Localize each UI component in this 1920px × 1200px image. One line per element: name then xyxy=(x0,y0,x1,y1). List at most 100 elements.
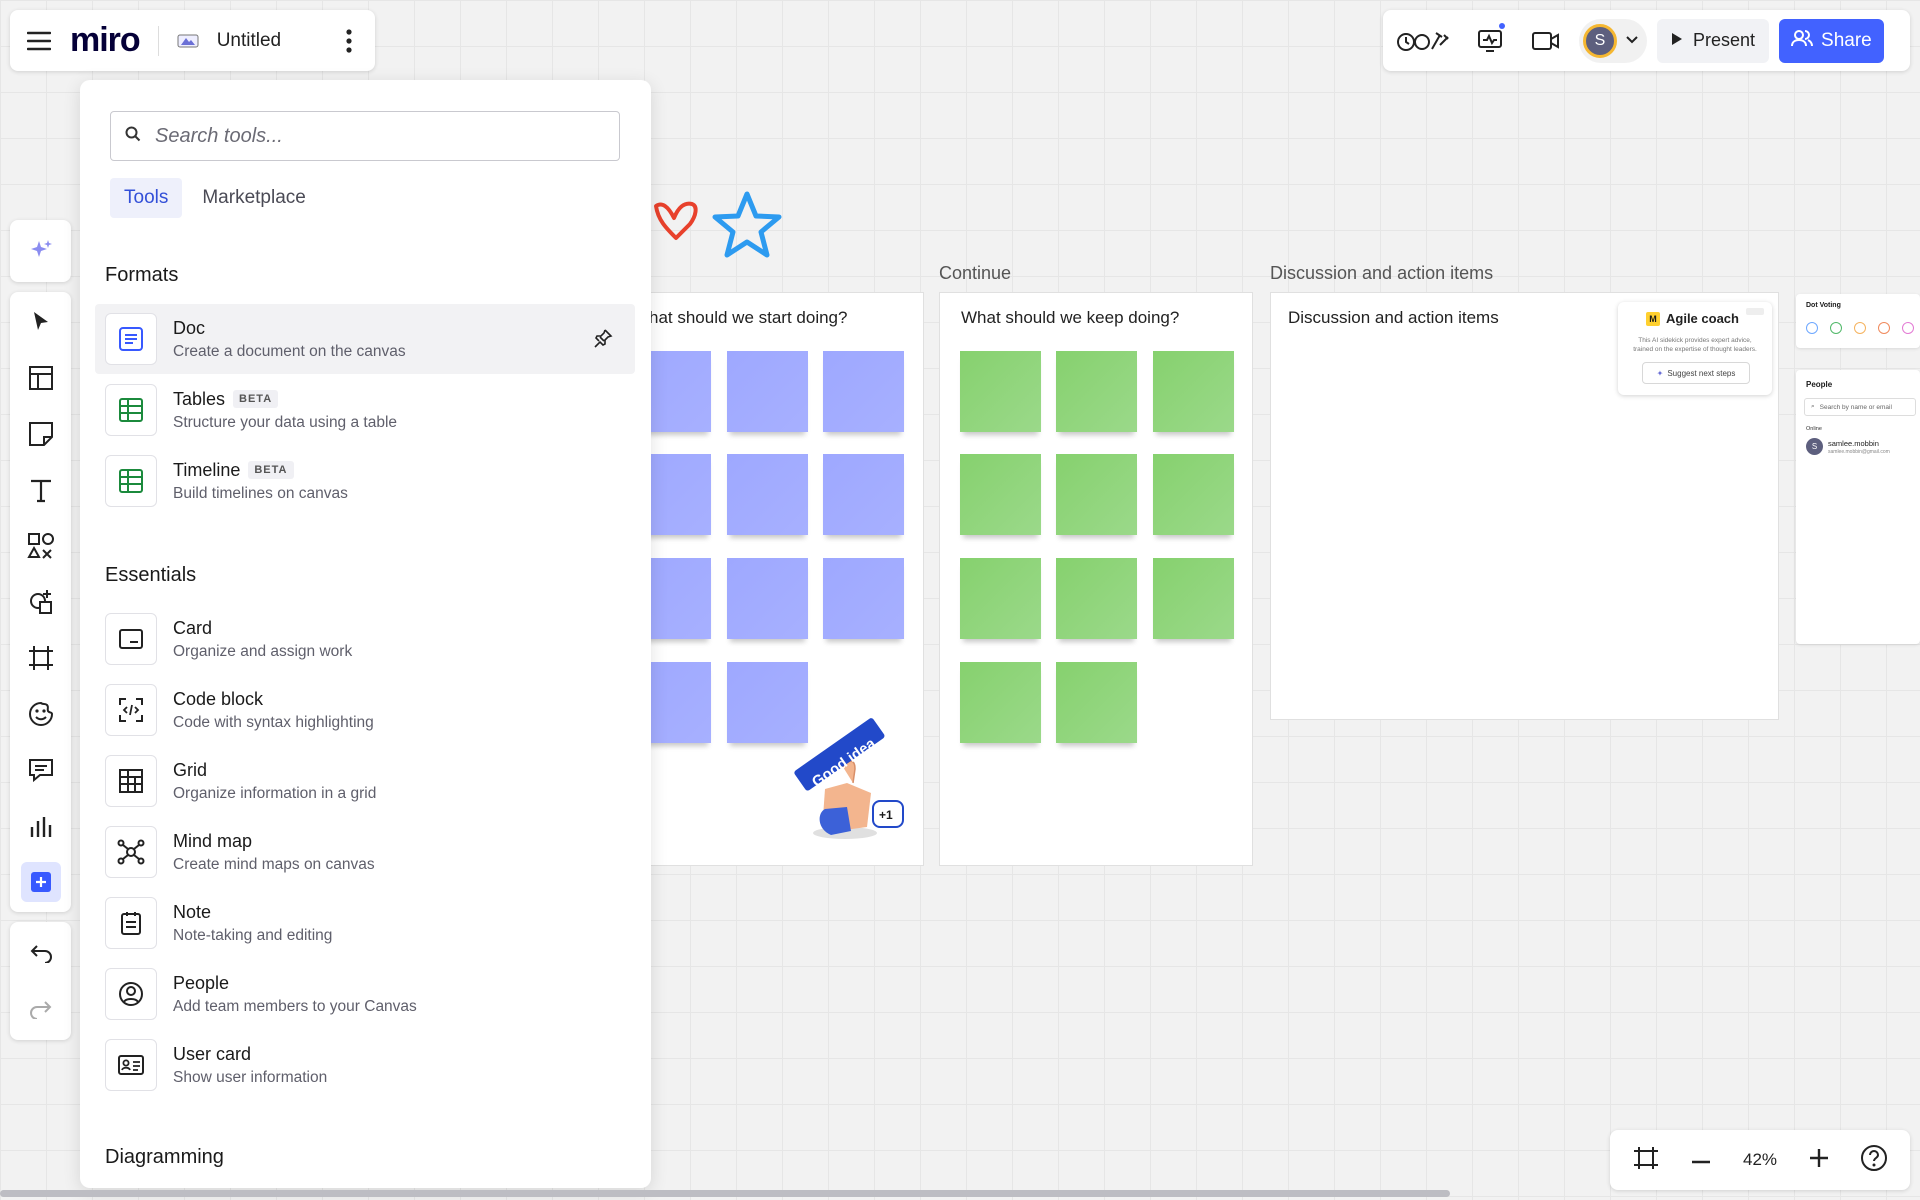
sticky-note[interactable] xyxy=(823,351,904,432)
tab-tools[interactable]: Tools xyxy=(110,178,183,218)
sticky-note[interactable] xyxy=(960,558,1041,639)
tool-grid-desc: Organize information in a grid xyxy=(173,784,377,802)
miro-logo[interactable]: miro xyxy=(70,21,141,60)
sticky-note[interactable] xyxy=(1056,662,1137,743)
tool-user-card[interactable]: User card Show user information xyxy=(95,1030,635,1100)
people-widget[interactable]: People ⌕ Search by name or email Online … xyxy=(1796,370,1920,644)
shapes-icon[interactable] xyxy=(10,518,71,574)
board-title[interactable]: Untitled xyxy=(217,30,281,52)
sticky-note[interactable] xyxy=(960,662,1041,743)
frame-icon[interactable] xyxy=(10,630,71,686)
horizontal-scrollbar[interactable] xyxy=(0,1190,1450,1197)
tool-mind-map[interactable]: Mind map Create mind maps on canvas xyxy=(95,817,635,887)
more-tools-button[interactable] xyxy=(10,854,71,910)
agile-coach-card[interactable]: M Agile coach This AI sidekick provides … xyxy=(1618,302,1772,395)
sticky-note[interactable] xyxy=(1056,558,1137,639)
user-email: samlee.mobbin@gmail.com xyxy=(1828,449,1890,455)
sticky-note[interactable] xyxy=(960,454,1041,535)
sticky-note[interactable] xyxy=(960,351,1041,432)
zoom-level[interactable]: 42% xyxy=(1743,1150,1777,1170)
tool-code-block[interactable]: Code block Code with syntax highlighting xyxy=(95,675,635,745)
sticky-note[interactable] xyxy=(1153,454,1234,535)
search-icon xyxy=(125,126,141,147)
undo-icon[interactable] xyxy=(10,925,71,981)
sticky-note[interactable] xyxy=(1153,558,1234,639)
sticky-note[interactable] xyxy=(823,558,904,639)
tool-tables[interactable]: Tables BETA Structure your data using a ta… xyxy=(95,375,635,445)
comment-icon[interactable] xyxy=(10,742,71,798)
good-idea-sticker[interactable]: Good idea +1 xyxy=(785,705,915,845)
fit-to-screen-icon[interactable] xyxy=(1632,1145,1660,1176)
zoom-in-icon[interactable] xyxy=(1809,1148,1829,1173)
pin-icon[interactable] xyxy=(593,328,613,353)
sticky-note[interactable] xyxy=(727,558,808,639)
zoom-out-icon[interactable] xyxy=(1691,1151,1711,1169)
tool-grid[interactable]: Grid Organize information in a grid xyxy=(95,746,635,816)
sticker-badge: +1 xyxy=(879,808,893,822)
frame-title: Discussion and action items xyxy=(1288,308,1499,327)
grid-icon xyxy=(105,755,157,807)
redo-icon[interactable] xyxy=(10,981,71,1037)
vote-dot-orange[interactable] xyxy=(1878,322,1890,334)
tab-marketplace[interactable]: Marketplace xyxy=(188,178,320,218)
tool-mind-map-desc: Create mind maps on canvas xyxy=(173,855,375,873)
present-button[interactable]: Present xyxy=(1657,18,1770,63)
share-button[interactable]: Share xyxy=(1779,18,1884,63)
select-cursor-icon[interactable] xyxy=(10,294,71,350)
reactions-icon[interactable] xyxy=(1393,19,1457,63)
sticky-note[interactable] xyxy=(727,351,808,432)
people-search-input[interactable]: ⌕ Search by name or email xyxy=(1804,398,1916,416)
frame-continue[interactable]: What should we keep doing? xyxy=(939,292,1253,866)
frame-label-discussion[interactable]: Discussion and action items xyxy=(1270,263,1493,284)
sticky-note[interactable] xyxy=(823,454,904,535)
tool-timeline[interactable]: Timeline BETA Build timelines on canvas xyxy=(95,446,635,516)
more-options-icon[interactable] xyxy=(337,26,361,56)
vote-dot-blue[interactable] xyxy=(1806,322,1818,334)
star-sticker[interactable] xyxy=(712,190,782,260)
main-menu-icon[interactable] xyxy=(24,26,54,56)
connectors-icon[interactable] xyxy=(10,574,71,630)
plus-icon[interactable] xyxy=(20,862,61,902)
tools-group xyxy=(10,292,71,912)
tool-note[interactable]: Note Note-taking and editing xyxy=(95,888,635,958)
sticky-note-icon[interactable] xyxy=(10,406,71,462)
sticky-note[interactable] xyxy=(1056,351,1137,432)
text-icon[interactable] xyxy=(10,462,71,518)
chart-icon[interactable] xyxy=(10,798,71,854)
sticky-note[interactable] xyxy=(1153,351,1234,432)
stickers-icon[interactable] xyxy=(10,686,71,742)
tool-doc[interactable]: Doc Create a document on the canvas xyxy=(95,304,635,374)
dot-voting-widget[interactable]: Dot Voting xyxy=(1796,294,1920,348)
sticky-note[interactable] xyxy=(727,454,808,535)
activity-icon[interactable] xyxy=(1467,19,1513,63)
search-tools-field[interactable] xyxy=(110,111,620,161)
vote-dot-yellow[interactable] xyxy=(1854,322,1866,334)
tool-people[interactable]: People Add team members to your Canvas xyxy=(95,959,635,1029)
templates-icon[interactable] xyxy=(10,350,71,406)
agile-coach-logo: M xyxy=(1646,312,1660,326)
sticky-note[interactable] xyxy=(1056,454,1137,535)
help-icon[interactable] xyxy=(1860,1144,1888,1177)
avatar[interactable]: S xyxy=(1583,23,1617,58)
vote-dot-green[interactable] xyxy=(1830,322,1842,334)
tool-card[interactable]: Card Organize and assign work xyxy=(95,604,635,674)
heart-sticker[interactable] xyxy=(652,194,702,244)
ai-sparkle-icon[interactable] xyxy=(10,223,71,279)
card-icon xyxy=(105,613,157,665)
search-tools-input[interactable] xyxy=(155,124,595,148)
video-call-icon[interactable] xyxy=(1523,19,1569,63)
present-label: Present xyxy=(1693,30,1756,50)
collaboration-toolbar: S Present Share xyxy=(1383,10,1910,71)
table-icon xyxy=(105,384,157,436)
tool-grid-name: Grid xyxy=(173,759,208,780)
suggest-next-steps-button[interactable]: ✦ Suggest next steps xyxy=(1642,362,1750,384)
vote-dot-pink[interactable] xyxy=(1902,322,1914,334)
tool-tables-name: Tables xyxy=(173,388,226,409)
mindmap-icon xyxy=(105,826,157,878)
share-label: Share xyxy=(1821,29,1872,51)
board-icon xyxy=(177,33,199,49)
user-card-icon xyxy=(105,1039,157,1091)
collaborators-menu[interactable]: S xyxy=(1579,18,1647,63)
frame-label-continue[interactable]: Continue xyxy=(939,263,1011,284)
chevron-down-icon[interactable] xyxy=(1625,32,1639,50)
